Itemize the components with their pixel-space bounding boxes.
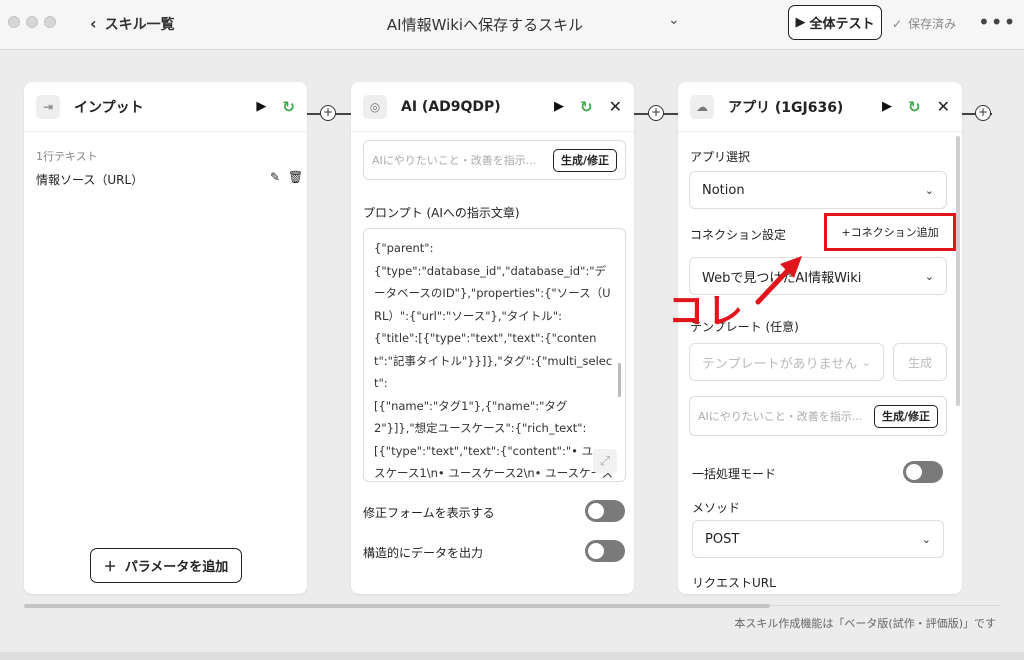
chevron-left-icon: ‹ [90,13,97,33]
ai-instruction-placeholder: AIにやりたいこと・改善を指示... [372,154,537,167]
app-select-label: アプリ選択 [690,150,751,164]
trash-icon[interactable]: 🗑 [288,170,303,184]
app-ai-instruction-input[interactable]: AIにやりたいこと・改善を指示... 生成/修正 [689,396,947,436]
add-connection-button[interactable]: +コネクション追加 [824,213,956,251]
field-name: 情報ソース（URL） [36,173,144,187]
app-select[interactable]: Notion ⌄ [689,171,947,209]
generate-modify-button[interactable]: 生成/修正 [552,148,617,172]
ai-card-header: ◎ AI (AD9QDP) ▶ ↻ ✕ [351,82,634,132]
page-title: AI情報Wikiへ保存するスキル [386,16,584,34]
cloud-icon: ☁ [690,94,714,119]
check-icon: ✓ [892,16,903,31]
app-select-value: Notion [702,182,745,198]
input-icon: ⇥ [36,94,60,119]
play-icon[interactable]: ▶ [882,99,892,114]
request-url-label: リクエストURL [692,576,776,590]
refresh-icon[interactable]: ↻ [282,98,295,116]
play-icon: ▶ [795,15,806,30]
input-card-title: インプット [74,99,144,116]
prompt-scrollbar[interactable] [618,363,621,397]
app-card-scrollbar[interactable] [956,136,960,406]
bottom-strip [0,652,1024,660]
toggle-structured-label: 構造的にデータを出力 [363,546,484,560]
prompt-label: プロンプト (AIへの指示文章) [363,206,520,220]
back-to-skill-list[interactable]: ‹ スキル一覧 [90,14,175,34]
field-type-label: 1行テキスト [36,150,98,163]
app-generate-modify-button[interactable]: 生成/修正 [873,404,938,428]
add-parameter-button[interactable]: ＋ パラメータを追加 [90,548,242,583]
prompt-textarea[interactable]: {"parent": {"type":"database_id","databa… [363,228,626,482]
saved-label: 保存済み [908,17,957,31]
structured-output-toggle[interactable] [585,540,625,562]
refresh-icon[interactable]: ↻ [580,98,593,116]
app-card-header: ☁ アプリ (1GJ636) ▶ ↻ ✕ [678,82,962,132]
close-icon[interactable]: ✕ [609,97,622,116]
app-card: ☁ アプリ (1GJ636) ▶ ↻ ✕ アプリ選択 Notion ⌄ コネクシ… [678,82,962,594]
add-parameter-label: パラメータを追加 [124,560,229,575]
expand-icon[interactable]: ⤢ [593,449,617,473]
chevron-down-icon: ⌄ [924,183,934,197]
chevron-down-icon: ⌄ [861,355,871,369]
horizontal-scrollbar[interactable] [24,604,770,608]
annotation-arrow-icon [755,256,802,305]
beta-note: 本スキル作成機能は「ベータ版(試作・評価版)」です [734,617,996,630]
pencil-icon[interactable]: ✎ [270,170,280,184]
correction-form-toggle[interactable] [585,500,625,522]
batch-mode-toggle[interactable] [903,461,943,483]
play-icon[interactable]: ▶ [256,99,266,114]
add-step-button[interactable]: + [648,105,664,121]
save-status: ✓ 保存済み [892,15,956,32]
ai-card-title: AI (AD9QDP) [401,98,501,115]
method-select-value: POST [705,531,740,547]
prompt-text: {"parent": {"type":"database_id","databa… [374,241,613,480]
chevron-down-icon: ⌄ [921,532,931,546]
close-icon[interactable]: ✕ [937,97,950,116]
template-placeholder: テンプレートがありません [702,356,858,372]
run-all-test-button[interactable]: ▶ 全体テスト [788,5,882,40]
plus-icon: ＋ [103,560,117,575]
refresh-icon[interactable]: ↻ [908,98,921,116]
chevron-down-icon[interactable]: ⌄ [668,12,680,28]
zoom-window-button[interactable] [44,16,56,28]
chevron-down-icon: ⌄ [924,269,934,283]
annotation-label: コレ [668,291,747,332]
batch-mode-label: 一括処理モード [692,467,777,481]
template-generate-button[interactable]: 生成 [893,343,947,381]
method-select[interactable]: POST ⌄ [692,520,944,558]
input-card-header: ⇥ インプット ▶ ↻ [24,82,307,132]
back-label: スキル一覧 [104,17,175,33]
app-card-title: アプリ (1GJ636) [728,99,844,116]
method-label: メソッド [692,501,741,515]
input-card: ⇥ インプット ▶ ↻ 1行テキスト 情報ソース（URL） ✎ 🗑 ＋ パラメー… [24,82,307,594]
app-ai-instruction-placeholder: AIにやりたいこと・改善を指示... [698,410,863,423]
ai-brain-icon: ◎ [363,94,387,119]
play-icon[interactable]: ▶ [554,99,564,114]
title-bar: ‹ スキル一覧 AI情報Wikiへ保存するスキル ⌄ ▶ 全体テスト ✓ 保存済… [0,0,1024,50]
add-step-button[interactable]: + [975,105,991,121]
minimize-window-button[interactable] [26,16,38,28]
toggle-correction-label: 修正フォームを表示する [363,506,495,520]
ai-instruction-input[interactable]: AIにやりたいこと・改善を指示... 生成/修正 [363,140,626,180]
more-options-icon[interactable]: ••• [978,10,1016,34]
close-window-button[interactable] [8,16,20,28]
add-step-button[interactable]: + [320,105,336,121]
connection-label: コネクション設定 [690,228,787,242]
run-all-test-label: 全体テスト [809,17,875,32]
template-select[interactable]: テンプレートがありません ⌄ [689,343,884,381]
ai-card: ◎ AI (AD9QDP) ▶ ↻ ✕ AIにやりたいこと・改善を指示... 生… [351,82,634,594]
